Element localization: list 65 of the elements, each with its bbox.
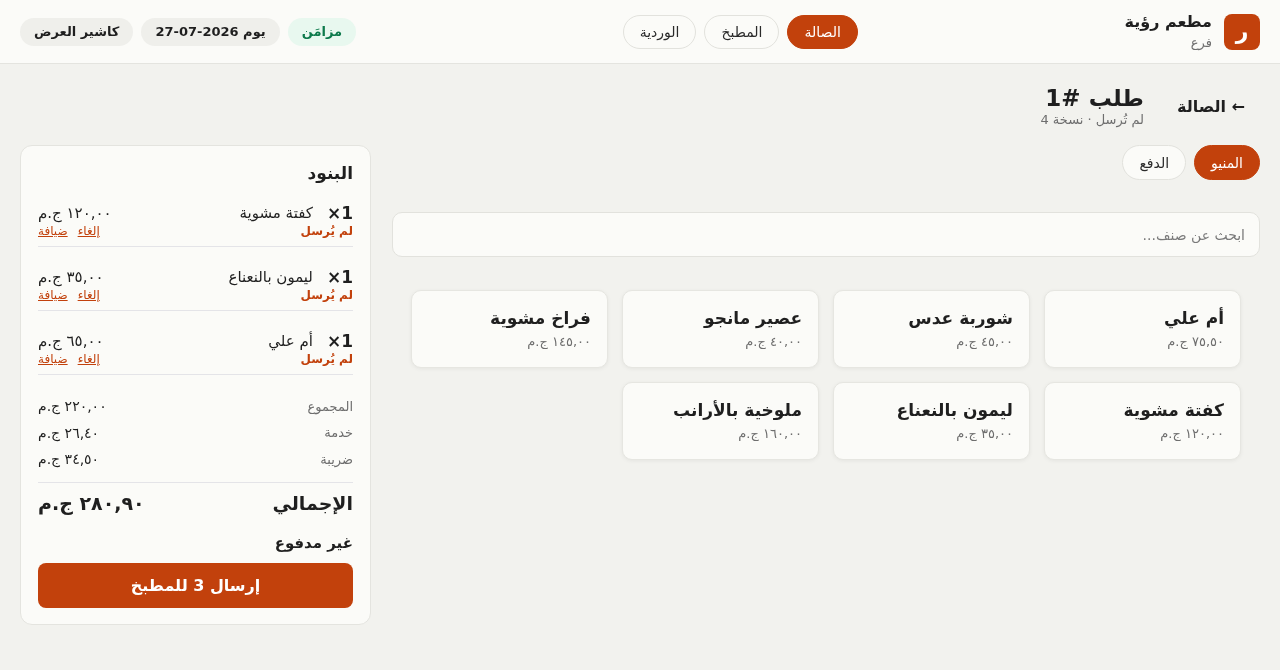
cart-item-price: ١٢٠,٠٠ ج.م xyxy=(38,204,112,222)
item-quantity: 1× xyxy=(326,203,353,223)
item-action-link[interactable]: إلغاء xyxy=(77,352,100,366)
menu-item-name: كفتة مشوية xyxy=(1122,399,1224,421)
menu-item-price: ٤٠,٠٠ ج.م xyxy=(744,333,802,351)
grand-total-label: الإجمالي xyxy=(272,491,353,514)
total-label: خدمة xyxy=(324,425,353,441)
total-label: ضريبة xyxy=(320,451,353,467)
menu-item-price: ٧٥,٥٠ ج.م xyxy=(1166,333,1224,351)
menu-item-card[interactable]: ملوخية بالأرانب ١٦٠,٠٠ ج.م xyxy=(622,382,819,460)
menu-item-card[interactable]: كفتة مشوية ١٢٠,٠٠ ج.م xyxy=(1044,382,1241,460)
grand-total-value: ٢٨٠,٩٠ ج.م xyxy=(38,491,145,514)
item-status: لم يُرسل xyxy=(300,352,353,366)
menu-item-price: ١٤٥,٠٠ ج.م xyxy=(526,333,591,351)
total-value: ٢٢٠,٠٠ ج.م xyxy=(38,398,107,415)
cart-item-name: أم علي xyxy=(268,332,313,350)
menu-item-name: ليمون بالنعناع xyxy=(895,399,1013,421)
nav-tab[interactable]: المطبخ xyxy=(704,14,780,49)
send-to-kitchen-button[interactable]: إرسال 3 للمطبخ xyxy=(38,562,353,608)
order-title: طلب #1 xyxy=(1044,84,1145,112)
menu-item-name: أم علي xyxy=(1163,307,1224,329)
menu-item-card[interactable]: أم علي ٧٥,٥٠ ج.م xyxy=(1044,290,1241,368)
cart-item-name: ليمون بالنعناع xyxy=(228,268,313,286)
order-subtitle: لم تُرسل · نسخة 4 xyxy=(1040,112,1145,128)
nav-tab[interactable]: الوردية xyxy=(622,14,697,49)
item-action-link[interactable]: إلغاء xyxy=(77,288,100,302)
user-chip: كاشير العرض xyxy=(20,17,134,46)
item-action-link[interactable]: ضيافة xyxy=(38,352,68,366)
item-action-link[interactable]: ضيافة xyxy=(38,288,68,302)
menu-item-name: ملوخية بالأرانب xyxy=(672,399,802,421)
menu-item-price: ١٢٠,٠٠ ج.م xyxy=(1159,425,1224,443)
restaurant-name: مطعم رؤية xyxy=(1124,12,1212,32)
menu-item-name: فراخ مشوية xyxy=(489,307,591,329)
branch-label: فرع xyxy=(1189,34,1212,51)
sync-status-chip: مزامَن xyxy=(287,17,357,46)
menu-item-card[interactable]: شوربة عدس ٤٥,٠٠ ج.م xyxy=(833,290,1030,368)
cart-item-name: كفتة مشوية xyxy=(239,204,313,222)
logo-tile: ر xyxy=(1224,13,1260,50)
item-quantity: 1× xyxy=(326,331,353,351)
search-field[interactable]: ابحث عن صنف... xyxy=(392,212,1260,257)
items-heading: البنود xyxy=(306,162,353,184)
menu-item-price: ١٦٠,٠٠ ج.م xyxy=(737,425,802,443)
date-chip: يوم 2026-07-27 xyxy=(141,17,280,46)
item-status: لم يُرسل xyxy=(300,224,353,238)
menu-item-name: شوربة عدس xyxy=(907,307,1013,329)
item-status: لم يُرسل xyxy=(300,288,353,302)
total-value: ٣٤,٥٠ ج.م xyxy=(38,451,100,468)
menu-item-card[interactable]: ليمون بالنعناع ٣٥,٠٠ ج.م xyxy=(833,382,1030,460)
back-link[interactable]: ← الصالة xyxy=(1162,90,1260,122)
menu-item-price: ٣٥,٠٠ ج.م xyxy=(955,425,1013,443)
view-tab[interactable]: الدفع xyxy=(1122,145,1187,180)
nav-tab[interactable]: الصالة xyxy=(787,14,858,49)
view-tab[interactable]: المنيو xyxy=(1194,145,1260,180)
total-label: المجموع xyxy=(307,398,353,414)
total-value: ٢٦,٤٠ ج.م xyxy=(38,424,100,441)
cart-item-price: ٦٥,٠٠ ج.م xyxy=(38,332,104,350)
menu-item-price: ٤٥,٠٠ ج.م xyxy=(955,333,1013,351)
item-action-link[interactable]: ضيافة xyxy=(38,224,68,238)
item-quantity: 1× xyxy=(326,267,353,287)
menu-item-card[interactable]: عصير مانجو ٤٠,٠٠ ج.م xyxy=(622,290,819,368)
payment-status: غير مدفوع xyxy=(273,532,353,553)
item-action-link[interactable]: إلغاء xyxy=(77,224,100,238)
menu-item-card[interactable]: فراخ مشوية ١٤٥,٠٠ ج.م xyxy=(411,290,608,368)
cart-item-price: ٣٥,٠٠ ج.م xyxy=(38,268,104,286)
menu-item-name: عصير مانجو xyxy=(702,307,802,329)
